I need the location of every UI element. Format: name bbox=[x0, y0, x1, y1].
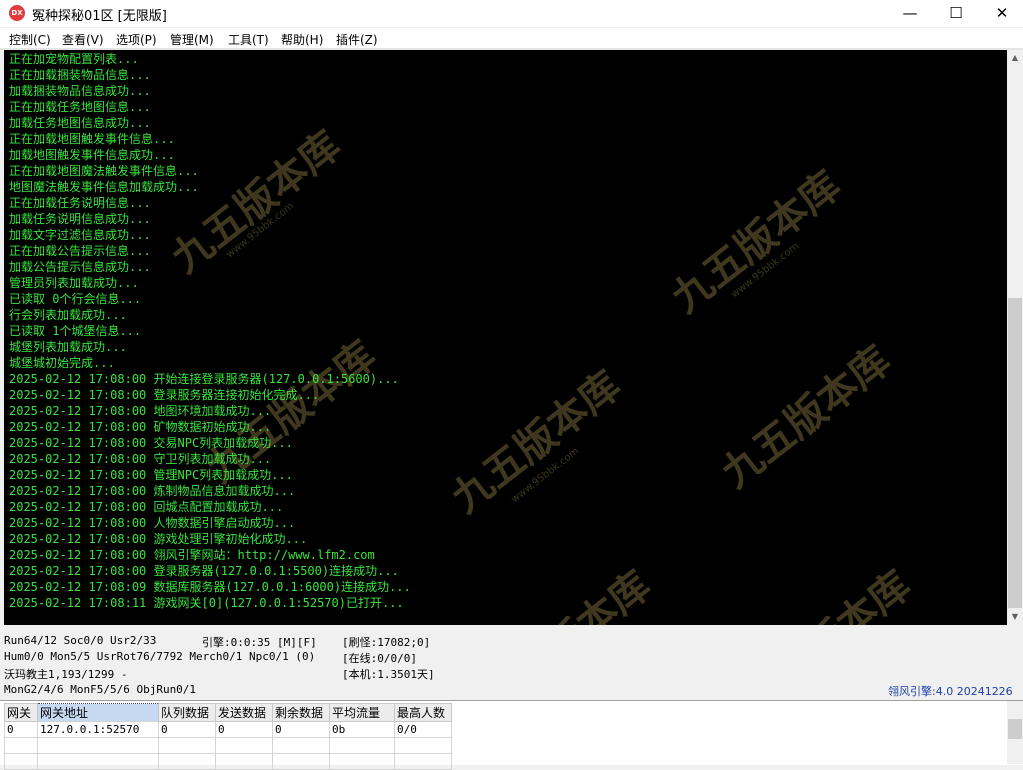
watermark: 九五版本库 bbox=[727, 555, 920, 625]
log-line: 正在加载任务地图信息... bbox=[9, 100, 151, 114]
status-online: [在线:0/0/0] bbox=[342, 652, 417, 665]
col-header-max-users[interactable]: 最高人数 bbox=[394, 703, 452, 722]
col-header-traffic[interactable]: 平均流量 bbox=[329, 703, 395, 722]
log-line: 2025-02-12 17:08:00 登录服务器(127.0.0.1:5500… bbox=[9, 564, 399, 578]
maximize-button[interactable]: ☐ bbox=[933, 0, 979, 27]
close-button[interactable]: ✕ bbox=[979, 0, 1023, 27]
menu-view[interactable]: 查看(V) bbox=[62, 31, 104, 48]
cell-traffic: 0b bbox=[329, 721, 395, 738]
watermark: 九五版本库 bbox=[442, 361, 630, 522]
watermark: 九五版本库 bbox=[662, 161, 850, 322]
log-line: 2025-02-12 17:08:00 登录服务器连接初始化完成... bbox=[9, 388, 320, 402]
cell-gateway: 0 bbox=[4, 721, 38, 738]
status-boss: 沃玛教主1,193/1299 - bbox=[4, 668, 128, 681]
cell-queue: 0 bbox=[158, 721, 216, 738]
log-line: 加载任务说明信息成功... bbox=[9, 212, 151, 226]
log-line: 已读取 1个城堡信息... bbox=[9, 324, 142, 338]
console-scrollbar[interactable]: ▲ ▼ bbox=[1007, 50, 1023, 625]
col-header-address[interactable]: 网关地址 bbox=[37, 703, 159, 722]
log-line: 正在加宠物配置列表... bbox=[9, 52, 139, 66]
cell-max-users: 0/0 bbox=[394, 721, 452, 738]
table-row-empty[interactable] bbox=[4, 737, 452, 754]
log-line: 正在加载公告提示信息... bbox=[9, 244, 151, 258]
status-panel: Run64/12 Soc0/0 Usr2/33 引擎:0:0:35 [M][F]… bbox=[0, 629, 1023, 699]
cell-remaining: 0 bbox=[272, 721, 330, 738]
log-line: 加载文字过滤信息成功... bbox=[9, 228, 151, 242]
window-title: 冤种探秘01区 [无限版] bbox=[32, 9, 167, 24]
log-lines: 正在加宠物配置列表... 正在加载捆装物品信息... 加载捆装物品信息成功... 正在… bbox=[9, 51, 411, 611]
cell-address: 127.0.0.1:52570 bbox=[37, 721, 159, 738]
log-line: 地图魔法触发事件信息加载成功... bbox=[9, 180, 199, 194]
menu-help[interactable]: 帮助(H) bbox=[281, 31, 323, 48]
watermark: 九五版本库 bbox=[467, 555, 660, 625]
menu-bar: 控制(C) 查看(V) 选项(P) 管理(M) 工具(T) 帮助(H) 插件(Z… bbox=[0, 28, 1023, 48]
log-line: 2025-02-12 17:08:00 交易NPC列表加载成功... bbox=[9, 436, 293, 450]
log-line: 2025-02-12 17:08:00 管理NPC列表加载成功... bbox=[9, 468, 293, 482]
log-line: 城堡列表加载成功... bbox=[9, 340, 127, 354]
log-line: 2025-02-12 17:08:00 回城点配置加载成功... bbox=[9, 500, 284, 514]
log-line: 加载捆装物品信息成功... bbox=[9, 84, 151, 98]
log-line: 正在加载捆装物品信息... bbox=[9, 68, 151, 82]
log-line: 2025-02-12 17:08:00 翎风引擎网站：http://www.lf… bbox=[9, 548, 375, 562]
table-header-row: 网关 网关地址 队列数据 发送数据 剩余数据 平均流量 最高人数 bbox=[4, 703, 452, 722]
menu-plugins[interactable]: 插件(Z) bbox=[336, 31, 378, 48]
log-line: 2025-02-12 17:08:00 开始连接登录服务器(127.0.0.1:… bbox=[9, 372, 399, 386]
status-hum: Hum0/0 Mon5/5 UsrRot76/7792 Merch0/1 Npc… bbox=[4, 650, 316, 663]
grid-scrollbar[interactable] bbox=[1007, 701, 1023, 764]
log-line: 加载任务地图信息成功... bbox=[9, 116, 151, 130]
log-line: 加载地图触发事件信息成功... bbox=[9, 148, 175, 162]
scroll-thumb[interactable] bbox=[1008, 298, 1022, 608]
log-line: 2025-02-12 17:08:09 数据库服务器(127.0.0.1:600… bbox=[9, 580, 411, 594]
log-line: 2025-02-12 17:08:00 炼制物品信息加载成功... bbox=[9, 484, 296, 498]
minimize-button[interactable]: — bbox=[887, 0, 933, 27]
scroll-down-icon[interactable]: ▼ bbox=[1007, 609, 1023, 625]
status-spawn: [刷怪:17082;0] bbox=[342, 636, 431, 649]
log-line: 2025-02-12 17:08:00 游戏处理引擎初始化成功... bbox=[9, 532, 308, 546]
gateway-grid[interactable]: 网关 网关地址 队列数据 发送数据 剩余数据 平均流量 最高人数 0 127.0… bbox=[0, 700, 1023, 770]
col-header-queue[interactable]: 队列数据 bbox=[158, 703, 216, 722]
log-line: 正在加载任务说明信息... bbox=[9, 196, 151, 210]
col-header-sent[interactable]: 发送数据 bbox=[215, 703, 273, 722]
log-line: 已读取 0个行会信息... bbox=[9, 292, 142, 306]
watermark: 九五版本库 bbox=[712, 336, 900, 497]
log-line: 正在加载地图魔法触发事件信息... bbox=[9, 164, 199, 178]
gateway-table: 网关 网关地址 队列数据 发送数据 剩余数据 平均流量 最高人数 0 127.0… bbox=[4, 703, 452, 770]
col-header-gateway[interactable]: 网关 bbox=[4, 703, 38, 722]
title-bar: DX 冤种探秘01区 [无限版] — ☐ ✕ bbox=[0, 0, 1023, 27]
cell-sent: 0 bbox=[215, 721, 273, 738]
app-icon: DX bbox=[9, 5, 25, 21]
status-mong: MonG2/4/6 MonF5/5/6 ObjRun0/1 bbox=[4, 683, 197, 696]
col-header-remaining[interactable]: 剩余数据 bbox=[272, 703, 330, 722]
table-row[interactable]: 0 127.0.0.1:52570 0 0 0 0b 0/0 bbox=[4, 721, 452, 738]
log-line: 2025-02-12 17:08:00 矿物数据初始成功... bbox=[9, 420, 272, 434]
log-line: 行会列表加载成功... bbox=[9, 308, 127, 322]
log-line: 城堡城初始完成... bbox=[9, 356, 115, 370]
menu-tools[interactable]: 工具(T) bbox=[228, 31, 269, 48]
menu-options[interactable]: 选项(P) bbox=[116, 31, 157, 48]
log-line: 2025-02-12 17:08:00 守卫列表加载成功... bbox=[9, 452, 272, 466]
log-line: 2025-02-12 17:08:11 游戏网关[0](127.0.0.1:52… bbox=[9, 596, 404, 610]
menu-control[interactable]: 控制(C) bbox=[9, 31, 51, 48]
scroll-up-icon[interactable]: ▲ bbox=[1007, 50, 1023, 66]
table-row-empty[interactable] bbox=[4, 753, 452, 770]
status-uptime: [本机:1.3501天] bbox=[342, 668, 435, 681]
grid-scroll-thumb[interactable] bbox=[1008, 719, 1022, 739]
engine-version: 翎风引擎:4.0 20241226 bbox=[888, 685, 1013, 698]
menu-manage[interactable]: 管理(M) bbox=[170, 31, 214, 48]
log-console[interactable]: 九五版本库 九五版本库 九五版本库 九五版本库 九五版本库 九五版本库 九五版本… bbox=[4, 50, 1007, 625]
log-line: 2025-02-12 17:08:00 人物数据引擎启动成功... bbox=[9, 516, 296, 530]
status-run: Run64/12 Soc0/0 Usr2/33 bbox=[4, 634, 157, 647]
log-line: 加载公告提示信息成功... bbox=[9, 260, 151, 274]
log-line: 正在加载地图触发事件信息... bbox=[9, 132, 175, 146]
status-engine: 引擎:0:0:35 [M][F] bbox=[202, 636, 317, 649]
log-line: 2025-02-12 17:08:00 地图环境加载成功... bbox=[9, 404, 272, 418]
log-line: 管理员列表加载成功... bbox=[9, 276, 139, 290]
